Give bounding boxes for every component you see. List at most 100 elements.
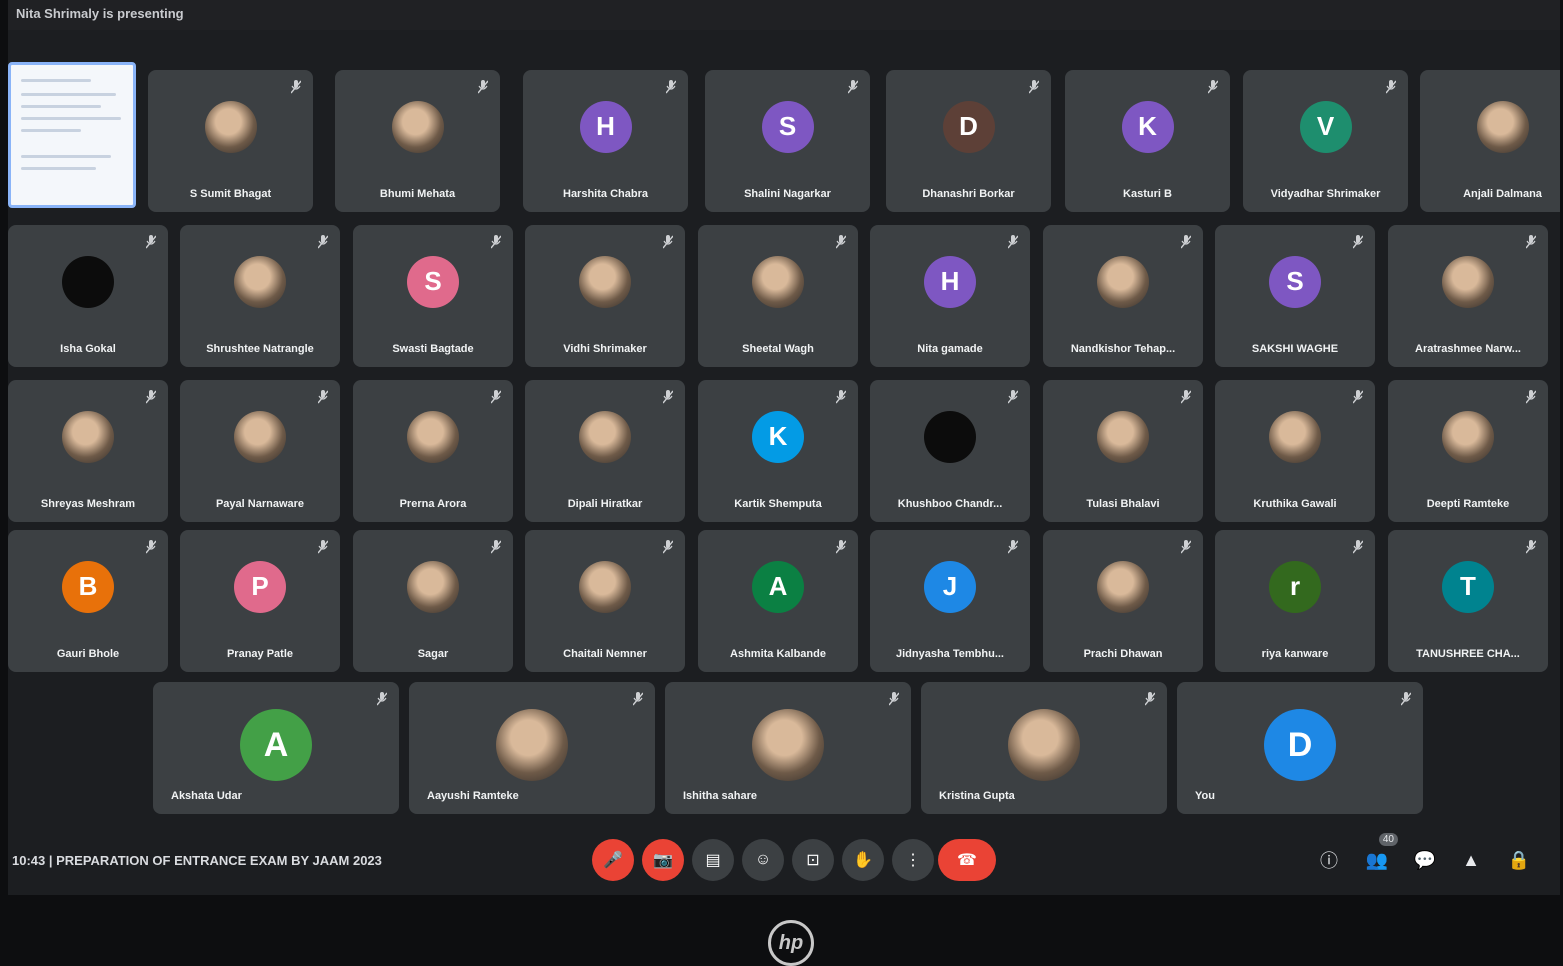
participant-tile[interactable]: Tulasi Bhalavi — [1043, 380, 1203, 522]
participant-name: Bhumi Mehata — [379, 188, 456, 200]
participant-avatar — [204, 100, 257, 153]
participant-name: Aratrashmee Narw... — [1415, 343, 1521, 355]
participant-tile[interactable]: S SAKSHI WAGHE — [1215, 225, 1375, 367]
participant-tile[interactable]: Isha Gokal — [8, 225, 168, 367]
participant-avatar — [579, 560, 631, 613]
participant-tile[interactable]: P Pranay Patle — [180, 530, 340, 672]
host-controls-button[interactable]: 🔒 — [1506, 847, 1532, 873]
participant-tile[interactable]: Chaitali Nemner — [525, 530, 685, 672]
captions-button[interactable]: ▤ — [692, 839, 734, 881]
hand-icon: ✋ — [853, 852, 873, 869]
participant-name: S Sumit Bhagat — [189, 188, 272, 200]
mic-muted-icon — [663, 390, 673, 404]
participant-tile[interactable]: Prerna Arora — [353, 380, 513, 522]
participant-name: Chaitali Nemner — [563, 648, 647, 660]
chat-button[interactable]: 💬 — [1412, 847, 1438, 873]
shared-screen-thumbnail[interactable] — [8, 62, 136, 208]
participant-tile[interactable]: S Sumit Bhagat — [148, 70, 313, 212]
mic-muted-icon — [377, 692, 387, 706]
participant-tile[interactable]: K Kasturi B — [1065, 70, 1230, 212]
mic-muted-icon — [836, 540, 846, 554]
participant-avatar — [62, 410, 114, 463]
participant-name: Jidnyasha Tembhu... — [896, 648, 1004, 660]
participant-tile[interactable]: Deepti Ramteke — [1388, 380, 1548, 522]
participant-name: Ashmita Kalbande — [730, 648, 826, 660]
activities-button[interactable]: ▲ — [1458, 847, 1484, 873]
mic-muted-icon — [1008, 390, 1018, 404]
mic-toggle-button[interactable]: 🎤 — [592, 839, 634, 881]
mic-muted-icon — [1353, 235, 1363, 249]
participant-avatar — [752, 709, 824, 782]
participant-tile[interactable]: Shreyas Meshram — [8, 380, 168, 522]
participant-tile[interactable]: r riya kanware — [1215, 530, 1375, 672]
mic-muted-icon — [1208, 80, 1218, 94]
participant-tile[interactable]: H Harshita Chabra — [523, 70, 688, 212]
participant-avatar — [234, 410, 286, 463]
participant-tile[interactable]: Prachi Dhawan — [1043, 530, 1203, 672]
participant-avatar: H — [924, 255, 976, 308]
participant-tile[interactable]: Anjali Dalmana — [1420, 70, 1560, 212]
participant-tile[interactable]: H Nita gamade — [870, 225, 1030, 367]
participant-tile[interactable]: J Jidnyasha Tembhu... — [870, 530, 1030, 672]
mic-muted-icon — [1526, 235, 1536, 249]
participant-tile[interactable]: Aayushi Ramteke — [409, 682, 655, 814]
participant-tile[interactable]: Kruthika Gawali — [1215, 380, 1375, 522]
participant-tile[interactable]: Sheetal Wagh — [698, 225, 858, 367]
mic-muted-icon — [491, 390, 501, 404]
participant-tile[interactable]: A Akshata Udar — [153, 682, 399, 814]
participant-avatar: T — [1442, 560, 1494, 613]
participant-name: Swasti Bagtade — [392, 343, 474, 355]
participant-tile[interactable]: Khushboo Chandr... — [870, 380, 1030, 522]
participant-tile[interactable]: B Gauri Bhole — [8, 530, 168, 672]
participant-tile[interactable]: A Ashmita Kalbande — [698, 530, 858, 672]
participant-name: Dipali Hiratkar — [567, 498, 643, 510]
participant-tile[interactable]: Ishitha sahare — [665, 682, 911, 814]
info-button[interactable]: ⓘ — [1316, 847, 1342, 873]
camera-toggle-button[interactable]: 📷 — [642, 839, 684, 881]
participant-name: Anjali Dalmana — [1463, 188, 1542, 200]
participant-tile[interactable]: V Vidyadhar Shrimaker — [1243, 70, 1408, 212]
participant-name: Khushboo Chandr... — [897, 498, 1003, 510]
present-button[interactable]: ⊡ — [792, 839, 834, 881]
participant-tile[interactable]: D Dhanashri Borkar — [886, 70, 1051, 212]
participant-avatar: P — [234, 560, 286, 613]
mic-muted-icon — [1401, 692, 1411, 706]
participant-tile[interactable]: T TANUSHREE CHA... — [1388, 530, 1548, 672]
mic-muted-icon — [663, 540, 673, 554]
participant-tile[interactable]: Payal Narnaware — [180, 380, 340, 522]
participant-avatar: S — [761, 100, 814, 153]
more-options-button[interactable]: ⋮ — [892, 839, 934, 881]
mic-muted-icon — [1181, 390, 1191, 404]
raise-hand-button[interactable]: ✋ — [842, 839, 884, 881]
people-button[interactable]: 👥 40 — [1364, 833, 1398, 873]
participant-name: Nandkishor Tehap... — [1070, 343, 1176, 355]
participant-name: Isha Gokal — [60, 343, 116, 355]
participant-avatar: V — [1299, 100, 1352, 153]
participant-tile[interactable]: Nandkishor Tehap... — [1043, 225, 1203, 367]
captions-icon: ▤ — [705, 852, 721, 869]
participant-tile[interactable]: Vidhi Shrimaker — [525, 225, 685, 367]
participant-avatar — [1476, 100, 1529, 153]
participant-name: Kartik Shemputa — [734, 498, 822, 510]
participant-tile[interactable]: S Swasti Bagtade — [353, 225, 513, 367]
participant-avatar: r — [1269, 560, 1321, 613]
participant-tile[interactable]: S Shalini Nagarkar — [705, 70, 870, 212]
participant-tile[interactable]: Shrushtee Natrangle — [180, 225, 340, 367]
mic-muted-icon — [478, 80, 488, 94]
participant-tile[interactable]: Aratrashmee Narw... — [1388, 225, 1548, 367]
participant-name: Aayushi Ramteke — [427, 790, 519, 802]
participant-tile[interactable]: Sagar — [353, 530, 513, 672]
participant-tile[interactable]: D You — [1177, 682, 1423, 814]
participant-tile[interactable]: Kristina Gupta — [921, 682, 1167, 814]
leave-call-button[interactable]: ☎ — [938, 839, 996, 881]
participant-tile[interactable]: K Kartik Shemputa — [698, 380, 858, 522]
participant-tile[interactable]: Dipali Hiratkar — [525, 380, 685, 522]
mic-muted-icon — [291, 80, 301, 94]
participant-tile[interactable]: Bhumi Mehata — [335, 70, 500, 212]
mic-muted-icon — [663, 235, 673, 249]
participant-avatar: D — [942, 100, 995, 153]
top-bar: Nita Shrimaly is presenting — [8, 0, 1560, 30]
participant-avatar — [1097, 410, 1149, 463]
reactions-button[interactable]: ☺ — [742, 839, 784, 881]
mic-muted-icon — [836, 235, 846, 249]
